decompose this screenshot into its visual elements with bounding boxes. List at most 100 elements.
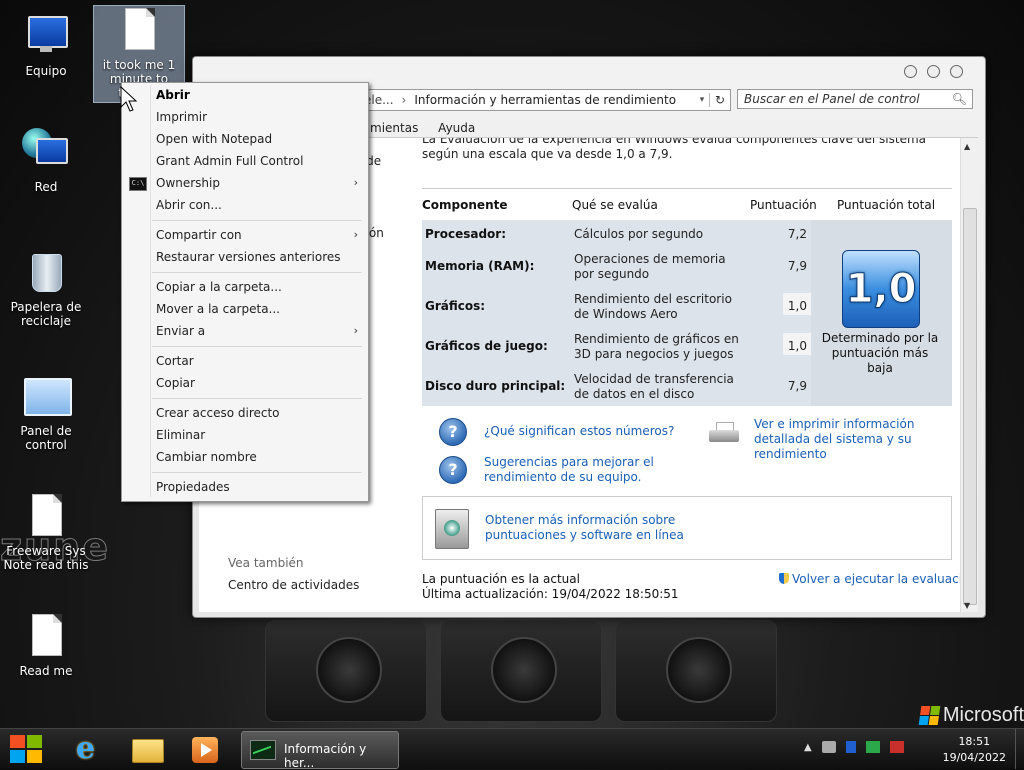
menu-item-send-to[interactable]: Enviar a › (122, 320, 368, 342)
speaker-right (615, 620, 777, 722)
desktop-icon-label: Red (34, 180, 58, 194)
see-also-heading: Vea también (228, 556, 304, 570)
menu-separator (152, 472, 362, 473)
submenu-arrow-icon: › (353, 228, 358, 241)
desktop-icon-label: Papelera de reciclaje (10, 300, 82, 328)
desktop-icon-label: Freeware Sys Note read this (3, 544, 89, 572)
score-status: La puntuación es la actual (422, 572, 580, 586)
network-icon (22, 128, 70, 176)
clock[interactable]: 18:51 19/04/2022 (943, 734, 1006, 766)
menu-item-open[interactable]: Abrir (122, 84, 368, 106)
search-icon[interactable]: 🔍︎ (952, 92, 967, 106)
row-desc: Rendimiento de gráficos en 3D para negoc… (574, 332, 739, 361)
desktop-icon-read-me[interactable]: Read me (1, 612, 91, 678)
search-placeholder: Buscar en el Panel de control (744, 92, 920, 106)
desktop-icon-equipo[interactable]: Equipo (1, 12, 91, 78)
show-hidden-icons-icon[interactable]: ▲ (804, 742, 812, 753)
address-bar[interactable]: ele... › Información y herramientas de r… (353, 89, 731, 111)
menu-item-open-with[interactable]: Abrir con... (122, 194, 368, 216)
minimize-button[interactable] (904, 65, 917, 78)
taskbar-window-label: Información y her... (284, 742, 367, 770)
desktop-icon-freeware-note[interactable]: Freeware Sys Note read this (1, 492, 91, 572)
menu-separator (152, 220, 362, 221)
row-desc: Velocidad de transferencia de datos en e… (574, 372, 734, 401)
more-info-link[interactable]: Obtener más información sobre puntuacion… (485, 513, 695, 543)
vertical-scrollbar[interactable]: ▲ ▼ (960, 138, 978, 612)
command-prompt-icon: C:\ (129, 177, 147, 191)
column-header-component: Componente (422, 198, 508, 212)
search-input[interactable]: Buscar en el Panel de control 🔍︎ (737, 89, 973, 109)
menu-item-ownership[interactable]: C:\ Ownership › (122, 172, 368, 194)
menu-item-copy[interactable]: Copiar (122, 372, 368, 394)
uac-shield-icon (779, 573, 789, 584)
divider (422, 188, 952, 189)
base-score-badge: 1,0 (842, 250, 920, 328)
view-print-details-link[interactable]: Ver e imprimir información detallada del… (754, 417, 954, 462)
scroll-thumb[interactable] (963, 208, 977, 605)
microsoft-logo: Microsoft (918, 704, 1024, 727)
menu-item-open-notepad[interactable]: Open with Notepad (122, 128, 368, 150)
media-player-icon (192, 737, 218, 763)
menu-bar: rramientas Ayuda (353, 121, 491, 135)
refresh-icon[interactable]: ↻ (709, 93, 730, 107)
scroll-down-arrow-icon[interactable]: ▼ (964, 601, 970, 610)
window-controls (904, 65, 963, 78)
text-document-icon (22, 492, 70, 540)
breadcrumb-separator: › (401, 93, 407, 107)
clock-date: 19/04/2022 (942, 751, 1006, 764)
desktop-icon-recycle-bin[interactable]: Papelera de reciclaje (1, 248, 91, 328)
volume-tray-icon[interactable] (889, 741, 904, 753)
breadcrumb-current[interactable]: Información y herramientas de rendimient… (414, 93, 676, 107)
mouse-cursor-icon (120, 86, 138, 112)
menu-item-grant-admin[interactable]: Grant Admin Full Control (122, 150, 368, 172)
show-desktop-button[interactable] (1015, 729, 1024, 769)
scroll-up-arrow-icon[interactable]: ▲ (964, 142, 970, 151)
desktop-icon-red[interactable]: Red (1, 128, 91, 194)
menu-item-cut[interactable]: Cortar (122, 350, 368, 372)
menu-separator (152, 398, 362, 399)
taskbar-internet-explorer[interactable]: e (70, 733, 110, 765)
taskbar-explorer[interactable] (128, 733, 168, 765)
desktop-icon-control-panel[interactable]: Panel de control (1, 372, 91, 452)
menu-item-delete[interactable]: Eliminar (122, 424, 368, 446)
improvement-tips-link[interactable]: Sugerencias para mejorar el rendimiento … (484, 455, 654, 485)
internet-explorer-icon: e (76, 731, 96, 766)
printer-tray-icon[interactable] (821, 741, 836, 753)
menu-item-print[interactable]: Imprimir (122, 106, 368, 128)
menu-item-rename[interactable]: Cambiar nombre (122, 446, 368, 468)
recycle-bin-icon (22, 248, 70, 296)
menu-item-create-shortcut[interactable]: Crear acceso directo (122, 402, 368, 424)
desktop-icon-label: Panel de control (20, 424, 72, 452)
more-info-box: Obtener más información sobre puntuacion… (422, 496, 952, 560)
folder-icon (132, 739, 164, 763)
taskbar-active-window[interactable]: Información y her... (241, 731, 399, 770)
action-center-flag-icon[interactable] (845, 741, 856, 753)
rerun-assessment-link[interactable]: Volver a ejecutar la evaluación (779, 572, 977, 586)
row-label-hard-disk: Disco duro principal: (425, 379, 566, 393)
menu-help[interactable]: Ayuda (438, 121, 475, 135)
menu-item-restore-versions[interactable]: Restaurar versiones anteriores (122, 246, 368, 268)
row-score: 7,9 (787, 259, 807, 273)
row-label-memory: Memoria (RAM): (425, 259, 535, 273)
background-speakers (265, 620, 785, 730)
taskbar-media-player[interactable] (186, 733, 226, 765)
row-score: 1,0 (787, 299, 807, 313)
submenu-arrow-icon: › (353, 324, 358, 337)
menu-item-properties[interactable]: Propiedades (122, 476, 368, 498)
row-score: 7,9 (787, 379, 807, 393)
menu-item-copy-to-folder[interactable]: Copiar a la carpeta... (122, 276, 368, 298)
start-button[interactable] (8, 733, 42, 765)
software-box-icon (435, 509, 469, 549)
text-document-icon (115, 6, 163, 54)
menu-item-share-with[interactable]: Compartir con › (122, 224, 368, 246)
maximize-button[interactable] (927, 65, 940, 78)
close-button[interactable] (950, 65, 963, 78)
chevron-down-icon[interactable]: ▾ (695, 95, 709, 105)
menu-separator (152, 346, 362, 347)
desktop-icon-label: Equipo (25, 64, 67, 78)
last-update: Última actualización: 19/04/2022 18:50:5… (422, 587, 679, 601)
network-tray-icon[interactable] (865, 741, 880, 753)
action-center-link[interactable]: Centro de actividades (228, 578, 359, 592)
what-numbers-link[interactable]: ¿Qué significan estos números? (484, 424, 674, 439)
menu-item-move-to-folder[interactable]: Mover a la carpeta... (122, 298, 368, 320)
